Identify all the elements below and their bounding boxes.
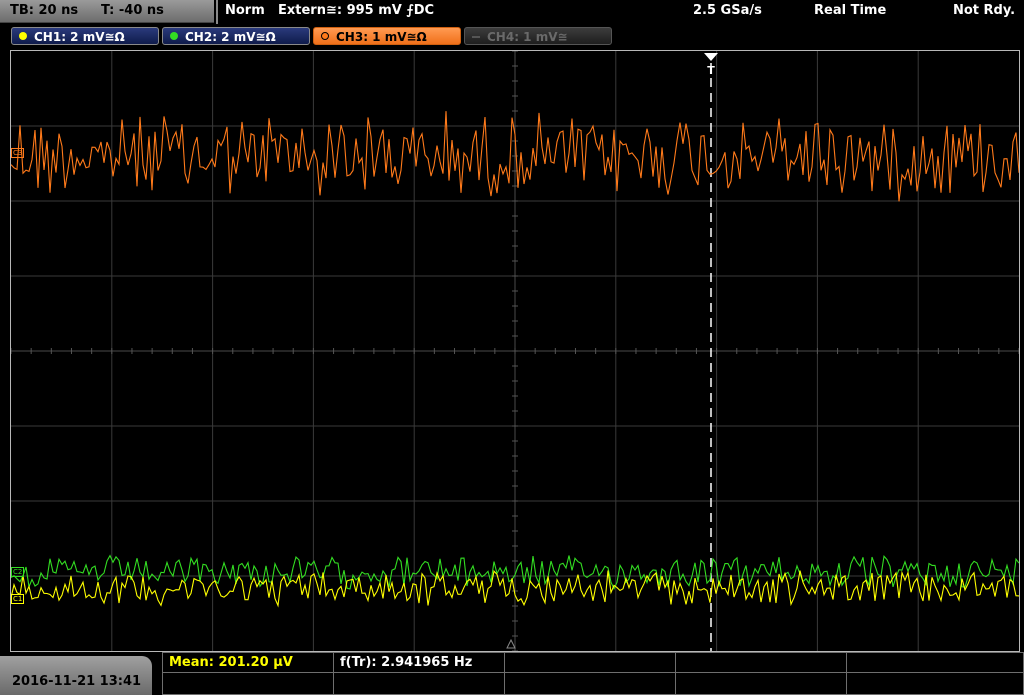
- measurement-cell-empty[interactable]: [846, 652, 1024, 673]
- acquisition-type[interactable]: Real Time: [814, 3, 886, 18]
- channel-3-label: CH3: 1 mV≅Ω: [336, 30, 427, 44]
- trigger-source[interactable]: Extern≅: 995 mV ⨍DC: [278, 3, 434, 18]
- measurement-cell-empty[interactable]: [504, 672, 676, 695]
- measurement-cell-empty[interactable]: [504, 652, 676, 673]
- channel-bar: CH1: 2 mV≅Ω CH2: 2 mV≅Ω CH3: 1 mV≅Ω CH4:…: [0, 24, 1024, 48]
- measurement-cell-empty[interactable]: [675, 652, 847, 673]
- channel-1-dot-icon: [19, 32, 27, 40]
- waveform-display[interactable]: [10, 50, 1020, 652]
- status-bar: TB: 20 ns T: -40 ns Norm Extern≅: 995 mV…: [0, 0, 1024, 24]
- measurement-table[interactable]: Mean: 201.20 µV f(Tr): 2.941965 Hz: [162, 652, 1024, 695]
- channel-4-button[interactable]: CH4: 1 mV≅: [464, 27, 612, 45]
- measurement-cell-empty[interactable]: [846, 672, 1024, 695]
- measurement-cell-empty[interactable]: [675, 672, 847, 695]
- channel-3-dot-icon: [321, 32, 329, 40]
- trigger-state: Not Rdy.: [953, 3, 1016, 18]
- datetime-label: 2016-11-21 13:41: [12, 674, 142, 689]
- channel-3-offset-marker[interactable]: C3: [11, 148, 25, 158]
- acquisition-mode[interactable]: Norm: [225, 3, 265, 18]
- channel-2-dot-icon: [170, 32, 178, 40]
- trigger-time-label: T: -40 ns: [101, 3, 164, 18]
- channel-1-offset-marker[interactable]: C1: [11, 594, 25, 604]
- sample-rate[interactable]: 2.5 GSa/s: [693, 3, 762, 18]
- timebase-box[interactable]: TB: 20 ns T: -40 ns: [0, 0, 214, 23]
- waveform-canvas: [11, 51, 1019, 651]
- mean-measurement: Mean: 201.20 µV: [169, 655, 293, 670]
- channel-2-offset-marker[interactable]: C2: [11, 567, 25, 577]
- measurement-cell-empty[interactable]: [333, 672, 505, 695]
- channel-2-button[interactable]: CH2: 2 mV≅Ω: [162, 27, 310, 45]
- channel-1-button[interactable]: CH1: 2 mV≅Ω: [11, 27, 159, 45]
- channel-2-label: CH2: 2 mV≅Ω: [185, 30, 276, 44]
- datetime-box: 2016-11-21 13:41: [0, 656, 152, 695]
- timebase-label: TB: 20 ns: [10, 3, 79, 18]
- measurement-cell-empty[interactable]: [162, 672, 334, 695]
- horizontal-reference-icon: [506, 639, 516, 649]
- channel-1-label: CH1: 2 mV≅Ω: [34, 30, 125, 44]
- trigger-position-icon[interactable]: T: [703, 52, 719, 76]
- channel-4-dash-icon: [472, 36, 480, 38]
- divider: [216, 0, 218, 24]
- channel-3-button[interactable]: CH3: 1 mV≅Ω: [313, 27, 461, 45]
- channel-4-label: CH4: 1 mV≅: [487, 30, 568, 44]
- trigger-letter: T: [707, 64, 715, 76]
- frequency-measurement: f(Tr): 2.941965 Hz: [340, 655, 473, 670]
